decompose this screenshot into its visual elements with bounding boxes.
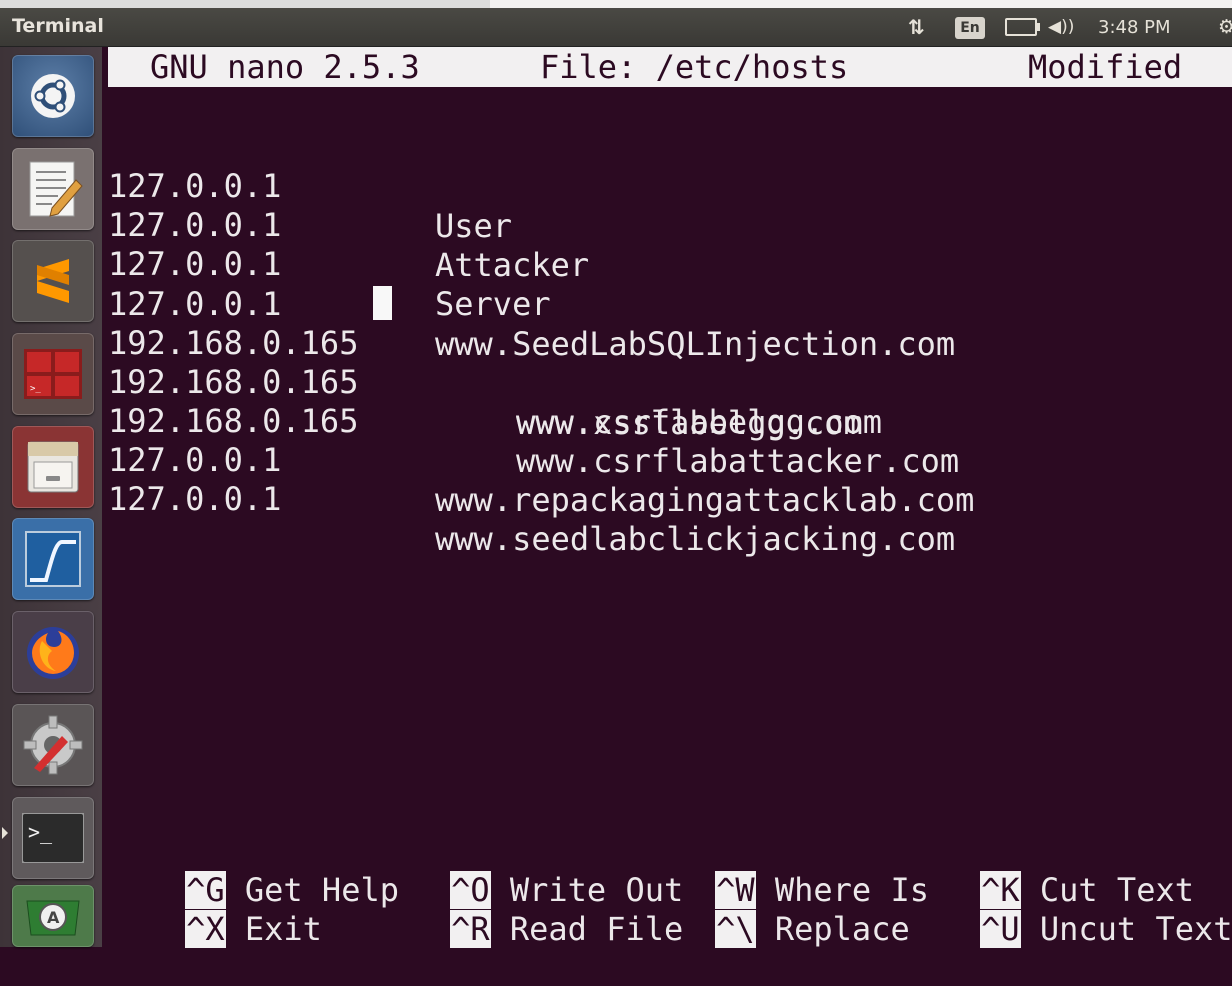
workspace-switcher-button[interactable]: >_	[12, 333, 94, 415]
shortcut-uncut-text[interactable]: ^U Uncut Text	[903, 872, 1232, 986]
workspace-switcher-icon: >_	[12, 333, 94, 415]
text-cursor	[373, 286, 392, 320]
shortcut-key: ^U	[980, 910, 1021, 948]
hosts-line[interactable]: 127.0.0.1 www.seedlabclickjacking.com	[108, 439, 955, 599]
nano-titlebar: GNU nano 2.5.3 File: /etc/hosts Modified	[108, 47, 1232, 87]
sublime-text-icon	[12, 240, 94, 322]
ubuntu-dash-icon	[12, 55, 94, 137]
terminal-icon: >_	[12, 797, 94, 879]
shortcut-key: ^\	[715, 910, 756, 948]
nano-modified-status: Modified	[1028, 48, 1183, 86]
system-settings-button[interactable]	[12, 704, 94, 786]
text-editor-icon	[12, 148, 94, 230]
network-arrows-icon[interactable]: ⇅	[908, 14, 925, 40]
shortcut-read-file[interactable]: ^R Read File	[373, 872, 683, 986]
file-cabinet-icon	[12, 426, 94, 508]
screen-top-strip	[0, 0, 1232, 8]
launcher: >_ >_ A	[0, 47, 102, 947]
ubuntu-dash-button[interactable]	[12, 55, 94, 137]
shortcut-label: Replace	[774, 910, 910, 948]
host-ip: 127.0.0.1	[108, 480, 282, 518]
text-editor-button[interactable]	[12, 148, 94, 230]
nano-filename: File: /etc/hosts	[540, 48, 849, 86]
host-name: Attacker	[435, 246, 590, 284]
host-name: www.repackagingattacklab.com	[435, 481, 975, 519]
firefox-icon	[12, 611, 94, 693]
shortcut-label: Exit	[244, 910, 322, 948]
system-settings-icon	[12, 704, 94, 786]
wireshark-button[interactable]	[12, 518, 94, 600]
shortcut-exit[interactable]: ^X Exit	[108, 872, 322, 986]
software-updater-button[interactable]: A	[12, 885, 94, 947]
sublime-text-button[interactable]	[12, 240, 94, 322]
active-app-marker	[2, 827, 8, 839]
shortcut-key: ^X	[185, 910, 226, 948]
top-panel: Terminal ⇅ En ◀)) 3:48 PM ⚙	[0, 8, 1232, 47]
svg-text:>_: >_	[30, 384, 41, 394]
terminal-window[interactable]: GNU nano 2.5.3 File: /etc/hosts Modified…	[103, 47, 1232, 948]
svg-text:A: A	[47, 908, 60, 927]
host-name: Server	[435, 285, 551, 323]
terminal-button[interactable]: >_	[12, 797, 94, 879]
shortcut-key: ^R	[450, 910, 491, 948]
host-name: www.csrflabelgg.com	[516, 403, 883, 441]
app-title: Terminal	[12, 15, 104, 37]
firefox-button[interactable]	[12, 611, 94, 693]
clock[interactable]: 3:48 PM	[1098, 14, 1171, 40]
host-name: www.SeedLabSQLInjection.com	[435, 325, 956, 363]
shortcut-label: Uncut Text	[1039, 910, 1232, 948]
host-name: www.seedlabclickjacking.com	[435, 520, 956, 558]
volume-icon[interactable]: ◀))	[1048, 14, 1074, 40]
software-updater-icon: A	[12, 885, 94, 947]
svg-text:>_: >_	[28, 820, 53, 844]
file-cabinet-button[interactable]	[12, 426, 94, 508]
battery-icon[interactable]	[1005, 14, 1040, 40]
host-name: www.csrflabattacker.com	[516, 442, 960, 480]
language-indicator[interactable]: En	[955, 17, 985, 39]
shortcut-replace[interactable]: ^\ Replace	[638, 872, 910, 986]
nano-version: GNU nano 2.5.3	[150, 48, 420, 86]
host-name: User	[435, 207, 513, 245]
wireshark-icon	[12, 518, 94, 600]
gear-icon[interactable]: ⚙	[1218, 14, 1232, 40]
